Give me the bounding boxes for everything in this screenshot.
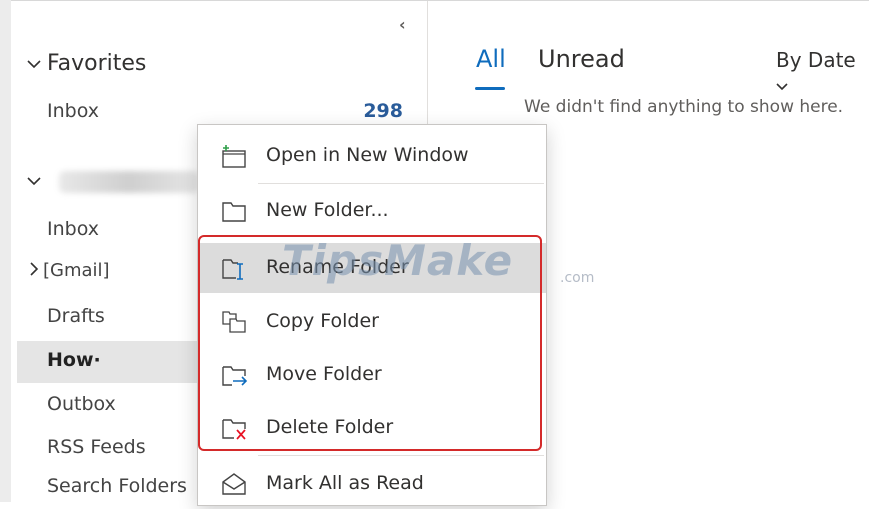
new-window-icon	[220, 143, 248, 169]
favorites-inbox[interactable]: Inbox	[47, 100, 99, 122]
chevron-right-icon	[29, 260, 39, 281]
folder-drafts[interactable]: Drafts	[47, 305, 105, 327]
folder-outbox[interactable]: Outbox	[47, 393, 116, 415]
menu-open-new-window[interactable]: Open in New Window	[198, 131, 546, 181]
rename-folder-icon	[220, 255, 248, 281]
folder-how[interactable]: How·	[47, 349, 101, 371]
menu-new-folder[interactable]: New Folder...	[198, 186, 546, 236]
menu-item-label: Move Folder	[266, 363, 382, 385]
copy-folder-icon	[220, 309, 248, 335]
folder-context-menu: Open in New Window New Folder... Rename …	[197, 124, 547, 506]
delete-folder-icon	[220, 415, 248, 441]
folder-search-folders[interactable]: Search Folders	[47, 475, 187, 497]
window-left-edge	[0, 0, 11, 502]
mark-read-envelope-icon	[220, 471, 248, 497]
folder-rss-feeds[interactable]: RSS Feeds	[47, 436, 146, 458]
account-header[interactable]	[27, 171, 47, 190]
tab-unread[interactable]: Unread	[538, 45, 625, 73]
favorites-header[interactable]: Favorites	[27, 51, 146, 76]
folder-inbox[interactable]: Inbox	[47, 218, 99, 240]
menu-separator	[258, 455, 544, 456]
menu-copy-folder[interactable]: Copy Folder	[198, 297, 546, 347]
sort-dropdown[interactable]: By Date	[776, 48, 869, 96]
menu-separator	[258, 183, 544, 184]
chevron-down-icon	[27, 54, 41, 73]
menu-item-label: New Folder...	[266, 199, 389, 221]
menu-move-folder[interactable]: Move Folder	[198, 350, 546, 400]
menu-item-label: Rename Folder	[266, 256, 409, 278]
collapse-pane-icon[interactable]: ‹	[399, 15, 406, 34]
folder-icon	[220, 198, 248, 224]
menu-rename-folder[interactable]: Rename Folder	[198, 243, 546, 293]
move-folder-icon	[220, 362, 248, 388]
folder-gmail-label: [Gmail]	[43, 260, 110, 281]
inbox-unread-count: 298	[363, 100, 403, 122]
menu-item-label: Open in New Window	[266, 144, 469, 166]
folder-gmail[interactable]: [Gmail]	[29, 260, 110, 281]
empty-state-text: We didn't find anything to show here.	[524, 97, 844, 117]
blurred-account-name	[59, 171, 199, 193]
favorites-label: Favorites	[47, 51, 147, 76]
menu-delete-folder[interactable]: Delete Folder	[198, 403, 546, 453]
tab-all[interactable]: All	[476, 45, 506, 73]
chevron-down-icon	[776, 72, 788, 96]
chevron-down-icon	[27, 171, 41, 190]
tab-all-underline	[475, 87, 505, 90]
menu-item-label: Delete Folder	[266, 416, 394, 438]
menu-item-label: Mark All as Read	[266, 472, 424, 494]
selected-folder-highlight	[17, 341, 203, 383]
sort-label: By Date	[776, 48, 856, 72]
menu-item-label: Copy Folder	[266, 310, 379, 332]
